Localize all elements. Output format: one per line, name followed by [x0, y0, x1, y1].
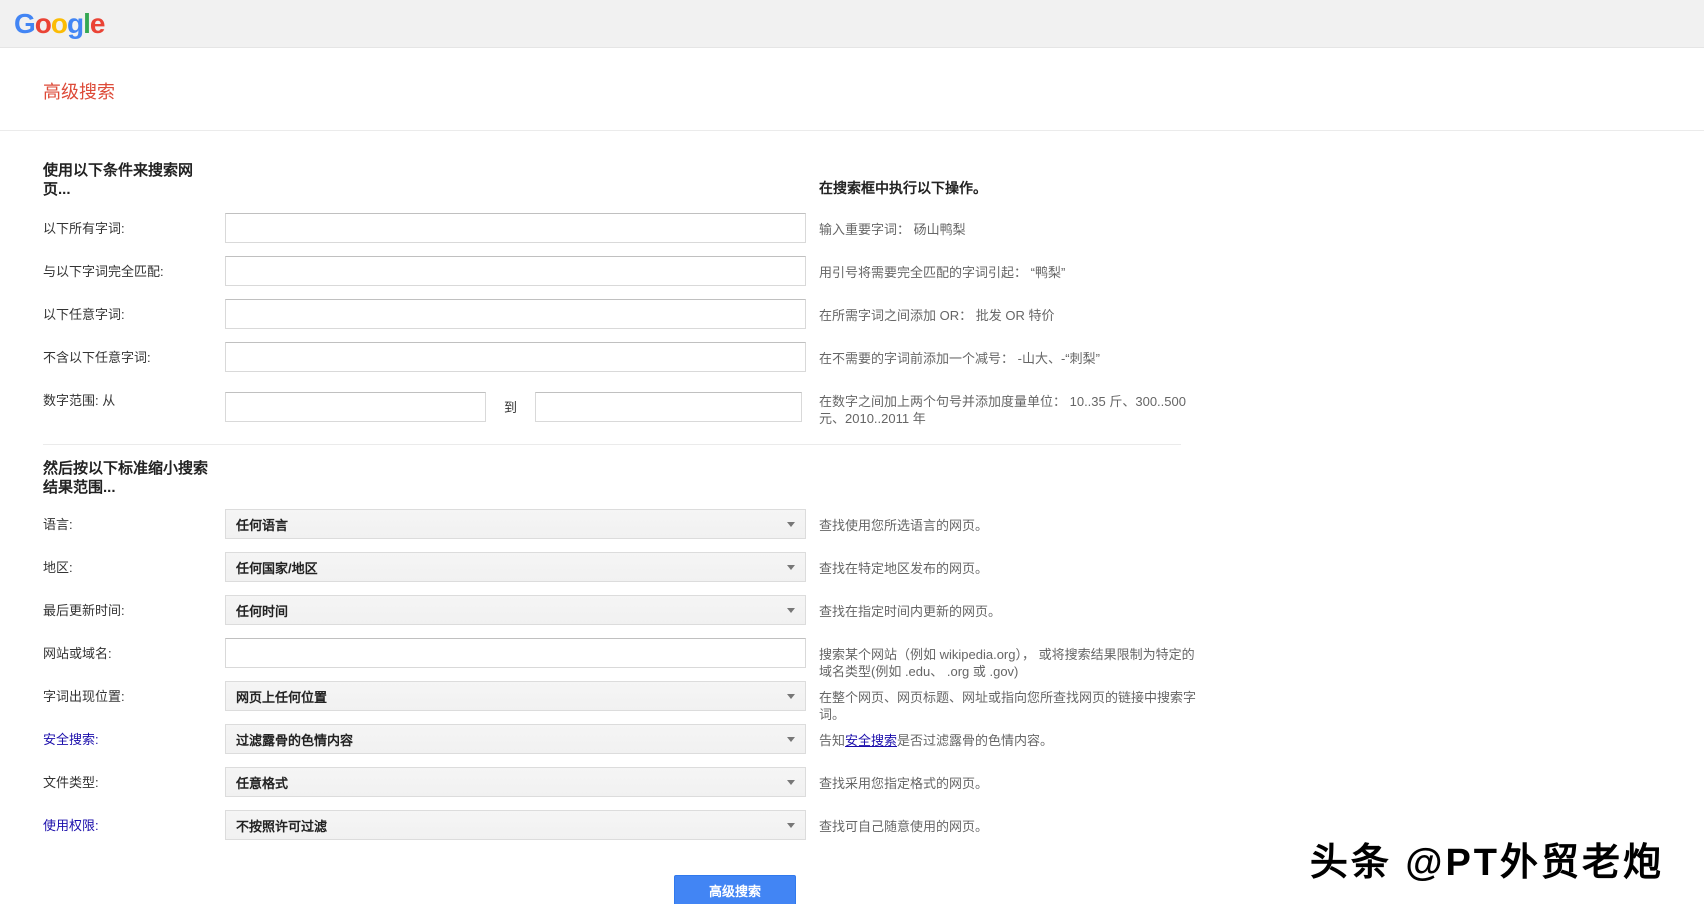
form-row: 不含以下任意字词: 在不需要的字词前添加一个减号： -山大、-“刺梨” — [43, 342, 1704, 385]
usage-rights-select[interactable]: 不按照许可过滤 — [225, 810, 806, 840]
language-label: 语言: — [43, 509, 225, 552]
form-row: 以下任意字词: 在所需字词之间添加 OR： 批发 OR 特价 — [43, 299, 1704, 342]
dropdown-arrow-icon — [787, 737, 795, 742]
terms-position-select[interactable]: 网页上任何位置 — [225, 681, 806, 711]
find-section-heading: 使用以下条件来搜索网页... — [43, 161, 203, 199]
language-hint: 查找使用您所选语言的网页。 — [819, 509, 1196, 552]
safe-search-label-link[interactable]: 安全搜索: — [43, 724, 225, 767]
title-bar: 高级搜索 — [0, 48, 1704, 131]
exact-phrase-label: 与以下字词完全匹配: — [43, 256, 225, 299]
usage-rights-label-link[interactable]: 使用权限: — [43, 810, 225, 853]
last-updated-select[interactable]: 任何时间 — [225, 595, 806, 625]
last-updated-hint: 查找在指定时间内更新的网页。 — [819, 595, 1196, 638]
file-type-hint: 查找采用您指定格式的网页。 — [819, 767, 1196, 810]
terms-position-label: 字词出现位置: — [43, 681, 225, 724]
section-divider — [43, 444, 1181, 445]
number-range-hint: 在数字之间加上两个句号并添加度量单位： 10..35 斤、300..500 元、… — [819, 385, 1196, 428]
form-row: 最后更新时间: 任何时间 查找在指定时间内更新的网页。 — [43, 595, 1704, 638]
site-domain-label: 网站或域名: — [43, 638, 225, 681]
page-title: 高级搜索 — [43, 78, 1704, 104]
any-words-label: 以下任意字词: — [43, 299, 225, 342]
form-row: 以下所有字词: 输入重要字词： 砀山鸭梨 — [43, 213, 1704, 256]
all-words-label: 以下所有字词: — [43, 213, 225, 256]
form-row: 语言: 任何语言 查找使用您所选语言的网页。 — [43, 509, 1704, 552]
form-row: 与以下字词完全匹配: 用引号将需要完全匹配的字词引起： “鸭梨” — [43, 256, 1704, 299]
all-words-input[interactable] — [225, 213, 806, 243]
usage-rights-hint: 查找可自己随意使用的网页。 — [819, 810, 1196, 853]
logo-letter: o — [51, 8, 67, 39]
any-words-input[interactable] — [225, 299, 806, 329]
form-row: 安全搜索: 过滤露骨的色情内容 告知安全搜索是否过滤露骨的色情内容。 — [43, 724, 1704, 767]
form-row: 文件类型: 任意格式 查找采用您指定格式的网页。 — [43, 767, 1704, 810]
logo-letter: e — [90, 8, 105, 39]
site-domain-input[interactable] — [225, 638, 806, 668]
site-domain-hint: 搜索某个网站（例如 wikipedia.org）， 或将搜索结果限制为特定的域名… — [819, 638, 1196, 681]
number-range-label: 数字范围: 从 — [43, 385, 225, 428]
dropdown-arrow-icon — [787, 522, 795, 527]
dropdown-arrow-icon — [787, 565, 795, 570]
region-select[interactable]: 任何国家/地区 — [225, 552, 806, 582]
form-row: 字词出现位置: 网页上任何位置 在整个网页、网页标题、网址或指向您所查找网页的链… — [43, 681, 1704, 724]
form-row: 数字范围: 从 到 在数字之间加上两个句号并添加度量单位： 10..35 斤、3… — [43, 385, 1704, 428]
dropdown-arrow-icon — [787, 780, 795, 785]
none-words-hint: 在不需要的字词前添加一个减号： -山大、-“刺梨” — [819, 342, 1196, 385]
number-range-from-input[interactable] — [225, 392, 486, 422]
dropdown-arrow-icon — [787, 608, 795, 613]
exact-phrase-hint: 用引号将需要完全匹配的字词引起： “鸭梨” — [819, 256, 1196, 299]
safe-search-link[interactable]: 安全搜索 — [845, 733, 897, 748]
safe-search-hint: 告知安全搜索是否过滤露骨的色情内容。 — [819, 724, 1196, 767]
form-row: 网站或域名: 搜索某个网站（例如 wikipedia.org）， 或将搜索结果限… — [43, 638, 1704, 681]
find-section-heading-row: 使用以下条件来搜索网页... 在搜索框中执行以下操作。 — [43, 161, 1704, 199]
exact-phrase-input[interactable] — [225, 256, 806, 286]
advanced-search-button[interactable]: 高级搜索 — [674, 875, 796, 904]
form-row: 地区: 任何国家/地区 查找在特定地区发布的网页。 — [43, 552, 1704, 595]
safe-search-select[interactable]: 过滤露骨的色情内容 — [225, 724, 806, 754]
logo-letter: l — [83, 8, 90, 39]
region-label: 地区: — [43, 552, 225, 595]
region-hint: 查找在特定地区发布的网页。 — [819, 552, 1196, 595]
terms-position-hint: 在整个网页、网页标题、网址或指向您所查找网页的链接中搜索字词。 — [819, 681, 1196, 724]
logo-letter: o — [35, 8, 51, 39]
top-bar: Google — [0, 0, 1704, 48]
find-section-heading-right: 在搜索框中执行以下操作。 — [819, 161, 1196, 199]
number-range-to-input[interactable] — [535, 392, 802, 422]
none-words-label: 不含以下任意字词: — [43, 342, 225, 385]
language-select[interactable]: 任何语言 — [225, 509, 806, 539]
logo-letter: G — [14, 8, 35, 39]
any-words-hint: 在所需字词之间添加 OR： 批发 OR 特价 — [819, 299, 1196, 342]
advanced-search-form: 使用以下条件来搜索网页... 在搜索框中执行以下操作。 以下所有字词: 输入重要… — [0, 131, 1704, 904]
none-words-input[interactable] — [225, 342, 806, 372]
dropdown-arrow-icon — [787, 823, 795, 828]
all-words-hint: 输入重要字词： 砀山鸭梨 — [819, 213, 1196, 256]
google-logo[interactable]: Google — [14, 8, 104, 40]
last-updated-label: 最后更新时间: — [43, 595, 225, 638]
number-range-separator: 到 — [504, 397, 517, 416]
watermark: 头条 @PT外贸老炮 — [1310, 831, 1664, 886]
dropdown-arrow-icon — [787, 694, 795, 699]
file-type-label: 文件类型: — [43, 767, 225, 810]
narrow-section-heading: 然后按以下标准缩小搜索结果范围... — [43, 459, 215, 497]
file-type-select[interactable]: 任意格式 — [225, 767, 806, 797]
logo-letter: g — [67, 8, 83, 39]
